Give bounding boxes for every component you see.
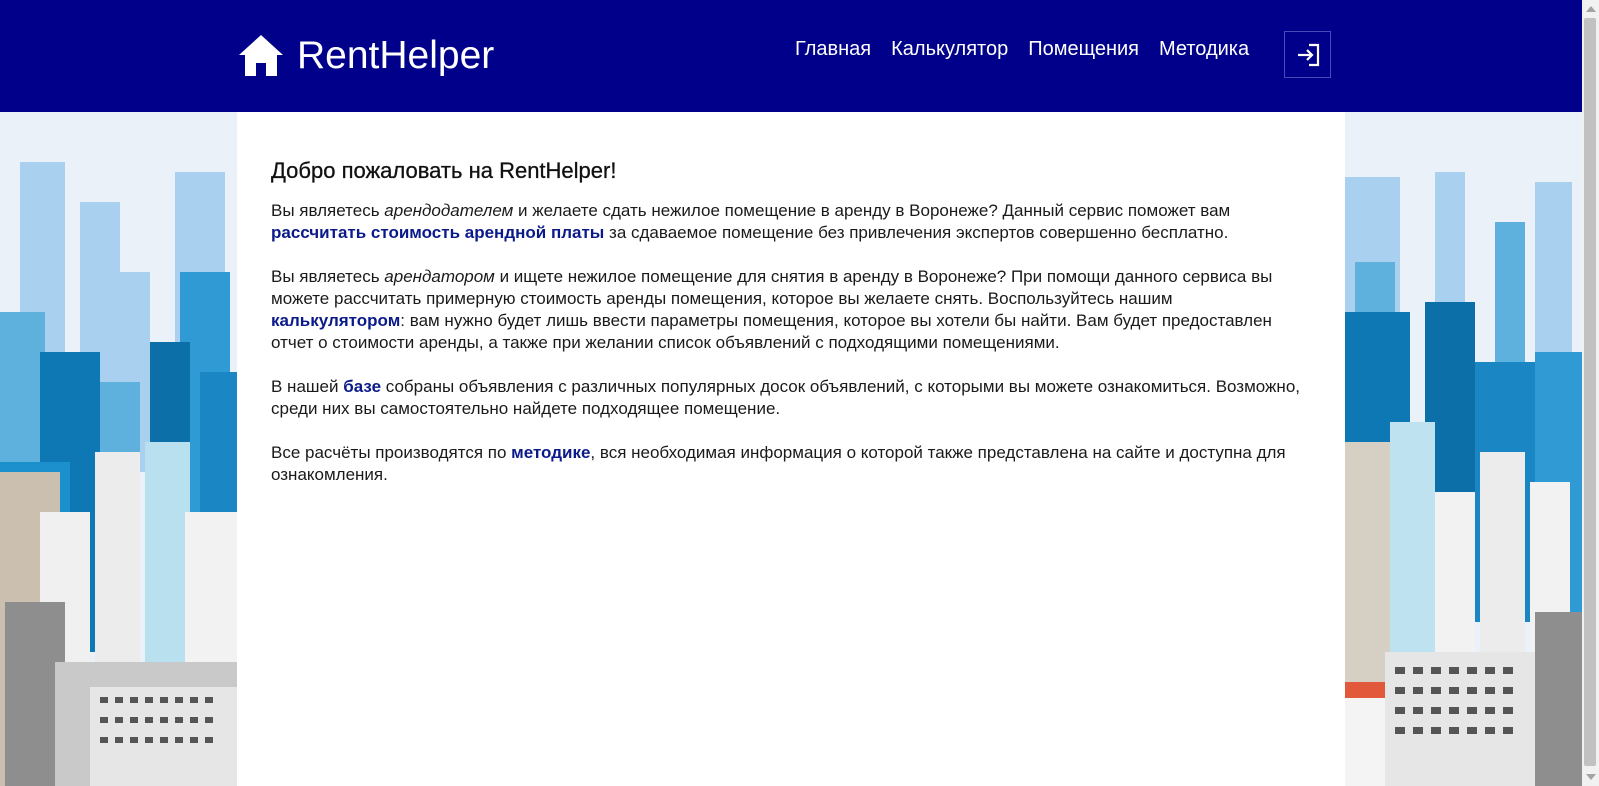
login-icon <box>1297 43 1319 66</box>
tenant-paragraph: Вы являетесь арендатором и ищете нежилое… <box>271 267 1273 352</box>
methodology-link[interactable]: методике <box>511 443 590 462</box>
main-nav: Главная Калькулятор Помещения Методика <box>795 38 1249 61</box>
nav-item-methodology[interactable]: Методика <box>1159 38 1249 61</box>
page-title: Добро пожаловать на RentHelper! <box>271 158 617 183</box>
nav-item-premises[interactable]: Помещения <box>1028 38 1139 61</box>
brand-name: RentHelper <box>297 34 495 77</box>
scrollbar-thumb[interactable] <box>1584 18 1596 766</box>
methodology-paragraph: Все расчёты производятся по методике, вс… <box>271 443 1286 484</box>
login-button[interactable] <box>1284 31 1331 78</box>
scroll-down-arrow-icon[interactable] <box>1586 774 1596 780</box>
database-link[interactable]: базе <box>343 377 381 396</box>
calculate-rent-link[interactable]: рассчитать стоимость арендной платы <box>271 223 604 242</box>
site-header: RentHelper Главная Калькулятор Помещения… <box>0 0 1582 112</box>
city-illustration-left <box>0 112 237 786</box>
city-illustration-right <box>1345 112 1582 786</box>
main-content: Добро пожаловать на RentHelper! Вы являе… <box>237 112 1345 786</box>
calculator-link[interactable]: калькулятором <box>271 311 400 330</box>
scroll-up-arrow-icon[interactable] <box>1586 6 1596 12</box>
home-icon <box>239 35 283 76</box>
brand-logo-link[interactable]: RentHelper <box>237 26 494 86</box>
vertical-scrollbar[interactable] <box>1582 0 1599 786</box>
landlord-paragraph: Вы являетесь арендодателем и желаете сда… <box>271 201 1231 242</box>
nav-item-calculator[interactable]: Калькулятор <box>891 38 1008 61</box>
database-paragraph: В нашей базе собраны объявления с различ… <box>271 377 1300 418</box>
nav-item-home[interactable]: Главная <box>795 38 871 61</box>
